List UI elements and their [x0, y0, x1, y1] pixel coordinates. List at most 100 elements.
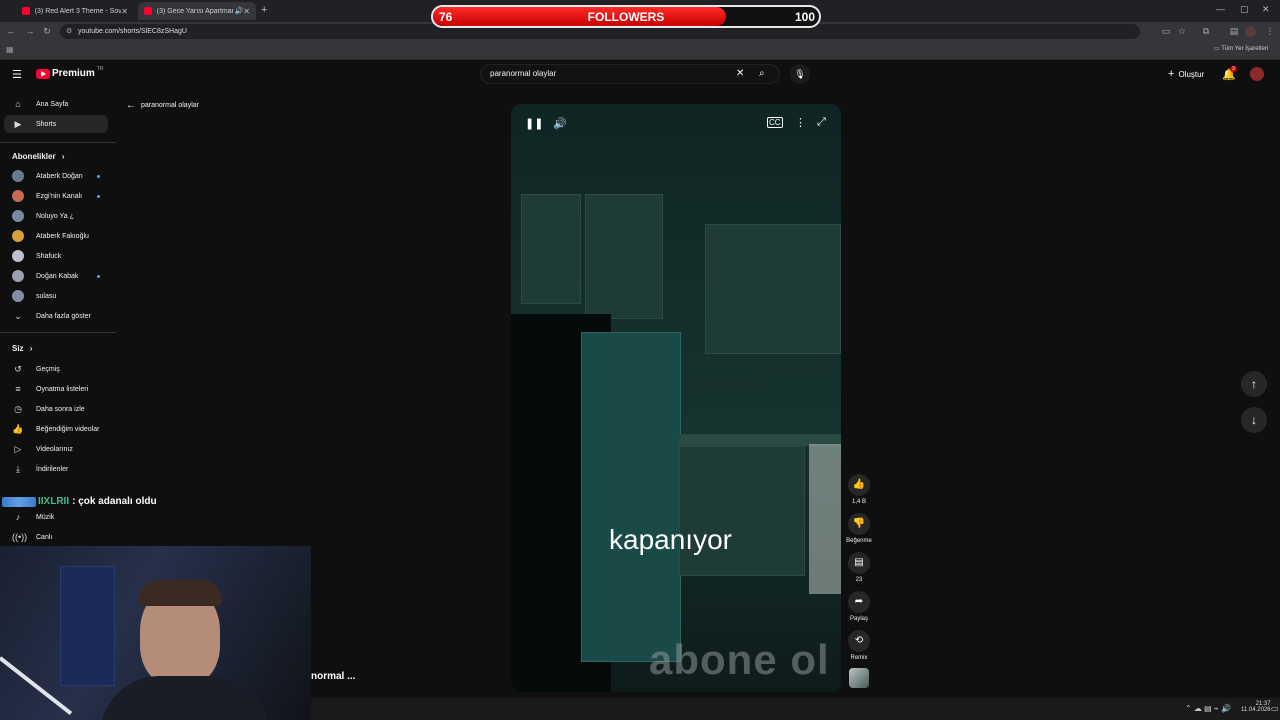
sidebar-item-playlists[interactable]: ≡ Oynatma listeleri [4, 380, 108, 398]
volume-icon[interactable]: 🔊 [553, 117, 567, 130]
share-label: Paylaş [849, 616, 868, 622]
reload-icon[interactable]: ↻ [41, 25, 53, 37]
chevron-down-icon: ⌄ [14, 310, 22, 321]
subscription-item[interactable]: sulasu [4, 287, 108, 305]
audio-playing-icon[interactable]: 🔊 [235, 7, 244, 15]
subscription-name: sulasu [36, 292, 57, 300]
forward-icon[interactable]: → [24, 25, 36, 37]
subscription-item[interactable]: Noluyo Ya ¿ [4, 207, 108, 225]
account-avatar[interactable] [1250, 67, 1264, 81]
show-more-label: Daha fazla göster [36, 312, 91, 320]
you-heading[interactable]: Siz › [12, 344, 32, 353]
streamer-shoulders [100, 676, 270, 720]
sidebar-item-home[interactable]: ⌂ Ana Sayfa [4, 95, 108, 113]
sidebar-item-label: Geçmiş [36, 365, 60, 373]
side-panel-icon[interactable]: ▤ [1228, 25, 1240, 37]
profile-avatar[interactable] [1245, 26, 1256, 37]
comment-count: 23 [855, 577, 863, 583]
sound-thumbnail[interactable] [849, 668, 869, 688]
sidebar-item-music[interactable]: ♪ Müzik [4, 508, 108, 526]
subscription-item[interactable]: Doğan Kabak [4, 267, 108, 285]
video-watermark: abone ol [649, 636, 830, 683]
download-icon: ⤓ [16, 463, 20, 474]
channel-avatar [12, 250, 24, 262]
voice-search-icon[interactable]: 🎙 [790, 64, 810, 84]
show-more-button[interactable]: ⌄ Daha fazla göster [4, 307, 108, 325]
window-close-icon[interactable]: ✕ [1262, 4, 1270, 15]
playlist-icon: ≡ [15, 384, 21, 394]
close-tab-icon[interactable]: ✕ [121, 7, 128, 16]
next-short-arrow-down-icon[interactable]: ↓ [1241, 407, 1267, 433]
subscription-item[interactable]: Ataberk Doğan [4, 167, 108, 185]
clear-search-icon[interactable]: ✕ [736, 65, 744, 83]
browser-tab-1[interactable]: (3) Red Alert 3 Theme - Soviet M ✕ [16, 2, 134, 20]
clock[interactable]: 21:37 11.04.2026 [1241, 701, 1271, 713]
back-label: paranormal olaylar [141, 102, 199, 109]
fullscreen-icon[interactable]: ⤢ [817, 116, 826, 129]
tray-icons[interactable]: ⌃ ☁ ▤ ⌁ 🔊 [1185, 704, 1231, 713]
chat-badges-icon [2, 496, 36, 507]
shorts-video-player[interactable]: ❚❚ 🔊 CC ⋮ ⤢ kapanıyor abone ol [511, 104, 841, 692]
browser-menu-icon[interactable]: ⋮ [1264, 25, 1276, 37]
search-icon[interactable]: ⌕ [759, 65, 765, 83]
search-input[interactable]: paranormal olaylar ✕ ⌕ [480, 64, 780, 84]
webcam-overlay [0, 546, 311, 720]
subscription-item[interactable]: Ataberk Fakıoğlu [4, 227, 108, 245]
youtube-favicon-icon [22, 7, 30, 15]
sidebar-item-live[interactable]: ((•)) Canlı [4, 528, 108, 546]
back-to-search[interactable]: ← paranormal olaylar [126, 100, 199, 111]
clock-icon: ◷ [14, 403, 22, 414]
like-count: 1,4 B [851, 499, 866, 505]
remix-button[interactable]: ⟲ Remix [846, 630, 872, 661]
tab-title: (3) Gece Yarısı Apartmanda [156, 7, 233, 15]
back-icon[interactable]: ← [5, 25, 17, 37]
apps-grid-icon[interactable]: ▦ [6, 45, 14, 54]
subscriptions-heading[interactable]: Abonelikler › [12, 152, 64, 161]
comments-button[interactable]: ▤ 23 [846, 552, 872, 583]
subscription-item[interactable]: Shafuck [4, 247, 108, 265]
shorts-icon: ▶ [14, 118, 22, 129]
extensions-icon[interactable]: ⧉ [1200, 25, 1212, 37]
dislike-button[interactable]: 👎 Beğenme [846, 513, 872, 544]
subscriptions-title: Abonelikler [12, 152, 56, 161]
sidebar-item-history[interactable]: ↺ Geçmiş [4, 360, 108, 378]
sidebar-item-label: Ana Sayfa [36, 100, 69, 108]
cast-icon[interactable]: ▭ [1160, 25, 1172, 37]
followers-goal-bar: 76 FOLLOWERS 100 [431, 5, 821, 28]
new-tab-icon[interactable]: + [261, 4, 267, 16]
sidebar-item-shorts[interactable]: ▶ Shorts [4, 115, 108, 133]
oven [809, 444, 841, 594]
followers-label: FOLLOWERS [587, 10, 665, 24]
new-content-dot [97, 194, 100, 198]
search-query: paranormal olaylar [490, 69, 557, 78]
create-button[interactable]: + Oluştur [1168, 68, 1204, 80]
sidebar-item-liked[interactable]: 👍 Beğendiğim videolar [4, 420, 108, 438]
minimize-icon[interactable]: — [1216, 4, 1225, 14]
more-options-icon[interactable]: ⋮ [795, 116, 806, 129]
sidebar-item-watch-later[interactable]: ◷ Daha sonra izle [4, 400, 108, 418]
site-info-icon[interactable]: ⚙ [66, 24, 72, 39]
browser-tab-2[interactable]: (3) Gece Yarısı Apartmanda 🔊 ✕ [138, 2, 256, 20]
all-bookmarks-label: Tüm Yer İşaretleri [1221, 46, 1269, 52]
maximize-icon[interactable]: ▢ [1240, 4, 1249, 15]
previous-short-arrow-up-icon[interactable]: ↑ [1241, 371, 1267, 397]
subscription-item[interactable]: Ezgi'nin Kanalı [4, 187, 108, 205]
bookmarks-bar: ▦ ▭ Tüm Yer İşaretleri [0, 41, 1280, 60]
like-button[interactable]: 👍 1,4 B [846, 474, 872, 505]
all-bookmarks[interactable]: ▭ Tüm Yer İşaretleri [1214, 45, 1268, 52]
sidebar-item-downloads[interactable]: ⤓ İndirilenler [4, 460, 108, 478]
shelf [60, 566, 115, 686]
refrigerator-door [581, 332, 681, 662]
close-tab-icon[interactable]: ✕ [243, 7, 250, 16]
live-icon: ((•)) [12, 532, 28, 542]
arrow-left-icon: ← [126, 100, 136, 111]
notification-badge: 3 [1230, 66, 1237, 72]
chat-text: : çok adanalı oldu [72, 496, 157, 507]
sidebar-item-your-videos[interactable]: ▷ Videolarınız [4, 440, 108, 458]
captions-icon[interactable]: CC [767, 117, 783, 128]
remix-icon: ⟲ [848, 630, 870, 652]
pause-icon[interactable]: ❚❚ [525, 117, 543, 130]
share-button[interactable]: ➦ Paylaş [846, 591, 872, 622]
bookmark-star-icon[interactable]: ☆ [1176, 25, 1188, 37]
notification-center-icon[interactable]: ▭ [1271, 704, 1279, 713]
